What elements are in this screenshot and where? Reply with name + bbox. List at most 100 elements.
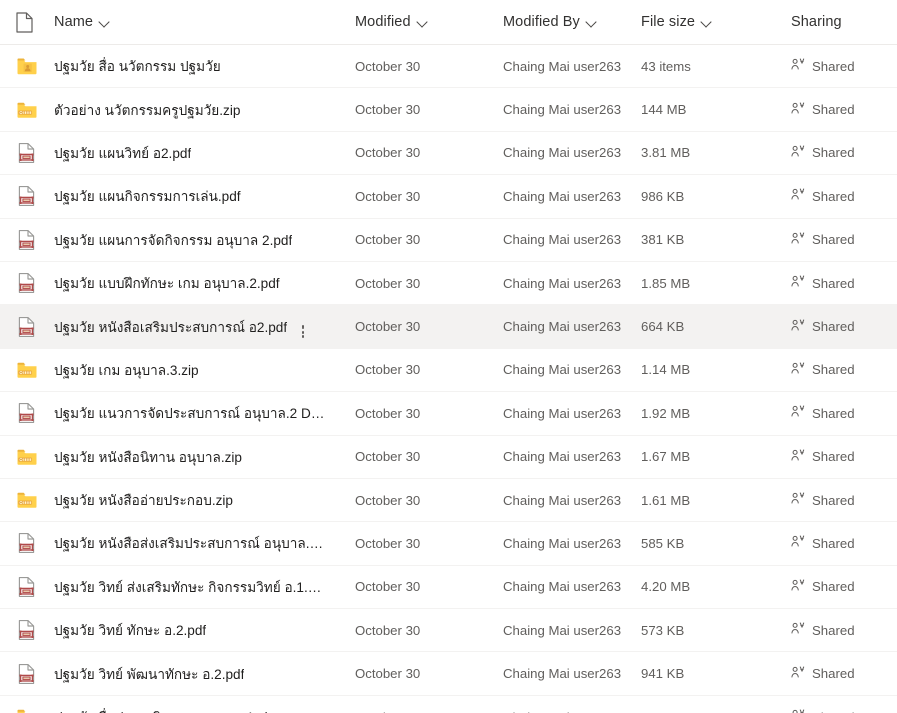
people-share-icon xyxy=(791,188,806,204)
sharing-status-label: Shared xyxy=(812,275,855,291)
sharing-status-label: Shared xyxy=(812,102,855,118)
sharing-cell[interactable]: Shared xyxy=(791,392,897,434)
file-name-cell[interactable]: ปฐมวัย แบบฝึกทักษะ เกม อนุบาล.2.pdf xyxy=(54,262,355,304)
file-name-cell[interactable]: ปฐมวัย หนังสือนิทาน อนุบาล.zip xyxy=(54,436,355,478)
table-row[interactable]: ปฐมวัย เกม อนุบาล.3.zip October 30 Chaing … xyxy=(0,348,897,393)
table-row[interactable]: ปฐมวัย หนังสือส่งเสริมประสบการณ์ อนุบาล.… xyxy=(0,522,897,566)
file-name-cell[interactable]: ปฐมวัย สื่อปร ชุดกิจกรรม อนุบาล1.zip xyxy=(54,696,355,713)
file-name-cell[interactable]: ปฐมวัย แนวการจัดประสบการณ์ อนุบาล.2 DD.p… xyxy=(54,392,355,434)
header-modified[interactable]: Modified xyxy=(355,0,503,45)
file-size-cell: 1.92 MB xyxy=(641,405,691,421)
shared-folder-icon xyxy=(16,55,38,77)
sharing-status-label: Shared xyxy=(812,58,855,74)
sharing-cell[interactable]: Shared xyxy=(791,696,897,713)
people-share-icon xyxy=(791,622,806,638)
file-name-cell[interactable]: ปฐมวัย หนังสือเสริมประสบการณ์ อ2.pdf xyxy=(54,305,355,347)
sharing-cell[interactable]: Shared xyxy=(791,609,897,651)
table-row[interactable]: ปฐมวัย แผนวิทย์ อ2.pdf October 30 Chaing M… xyxy=(0,131,897,176)
header-file-size[interactable]: File size xyxy=(641,0,791,45)
modified-by-cell: Chaing Mai user263 xyxy=(503,405,622,421)
chevron-down-icon[interactable] xyxy=(100,17,111,28)
modified-by-cell: Chaing Mai user263 xyxy=(503,275,622,291)
pdf-icon xyxy=(16,576,38,598)
sharing-status-label: Shared xyxy=(812,666,855,682)
table-row[interactable]: ปฐมวัย วิทย์ ส่งเสริมทักษะ กิจกรรมวิทย์ … xyxy=(0,565,897,610)
table-row[interactable]: ปฐมวัย แผนการจัดกิจกรรม อนุบาล 2.pdf Octo… xyxy=(0,218,897,262)
chevron-down-icon[interactable] xyxy=(587,17,598,28)
sharing-cell[interactable]: Shared xyxy=(791,436,897,478)
pdf-icon xyxy=(16,229,38,251)
modified-cell: October 30 xyxy=(355,102,421,118)
table-row[interactable]: ปฐมวัย หนังสืออ่ายประกอบ.zip October 30 Ch… xyxy=(0,478,897,523)
sharing-cell[interactable]: Shared xyxy=(791,175,897,217)
file-name-cell[interactable]: ตัวอย่าง นวัตกรรมครูปฐมวัย.zip xyxy=(54,88,355,130)
file-name-cell[interactable]: ปฐมวัย วิทย์ ทักษะ อ.2.pdf xyxy=(54,609,355,651)
file-rows-container[interactable]: ปฐมวัย สื่อ นวัตกรรม ปฐมวัย October 30 Cha… xyxy=(0,45,897,713)
zip-folder-icon xyxy=(16,446,38,468)
people-share-icon xyxy=(791,405,806,421)
row-icon-cell xyxy=(0,316,54,338)
people-share-icon xyxy=(791,319,806,335)
sharing-cell[interactable]: Shared xyxy=(791,45,897,87)
table-row[interactable]: ตัวอย่าง นวัตกรรมครูปฐมวัย.zip October 30… xyxy=(0,88,897,132)
header-modified-label: Modified xyxy=(355,14,411,30)
table-row[interactable]: ปฐมวัย วิทย์ พัฒนาทักษะ อ.2.pdf October 3… xyxy=(0,652,897,696)
more-options-icon[interactable] xyxy=(295,324,311,338)
header-sharing[interactable]: Sharing xyxy=(791,0,897,45)
people-share-icon xyxy=(791,709,806,713)
sharing-cell[interactable]: Shared xyxy=(791,349,897,391)
file-name-cell[interactable]: ปฐมวัย หนังสือส่งเสริมประสบการณ์ อนุบาล.… xyxy=(54,522,355,564)
table-row[interactable]: ปฐมวัย สื่อปร ชุดกิจกรรม อนุบาล1.zip Octo… xyxy=(0,695,897,713)
file-name-label: ปฐมวัย หนังสือเสริมประสบการณ์ อ2.pdf xyxy=(54,319,288,335)
sharing-cell[interactable]: Shared xyxy=(791,522,897,564)
sharing-cell[interactable]: Shared xyxy=(791,305,897,347)
file-size-cell: 1.14 MB xyxy=(641,362,691,378)
table-row[interactable]: ปฐมวัย แผนกิจกรรมการเล่น.pdf October 30 Ch… xyxy=(0,175,897,219)
file-name-label: ปฐมวัย วิทย์ ส่งเสริมทักษะ กิจกรรมวิทย์ … xyxy=(54,579,326,595)
sharing-cell[interactable]: Shared xyxy=(791,566,897,608)
sharing-cell[interactable]: Shared xyxy=(791,219,897,261)
file-name-label: ปฐมวัย วิทย์ พัฒนาทักษะ อ.2.pdf xyxy=(54,666,245,682)
sharing-cell[interactable]: Shared xyxy=(791,262,897,304)
header-modified-by[interactable]: Modified By xyxy=(503,0,641,45)
sharing-status-label: Shared xyxy=(812,362,855,378)
pdf-icon xyxy=(16,663,38,685)
file-size-cell: 1.67 MB xyxy=(641,449,691,465)
file-name-cell[interactable]: ปฐมวัย แผนการจัดกิจกรรม อนุบาล 2.pdf xyxy=(54,219,355,261)
row-icon-cell xyxy=(0,619,54,641)
chevron-down-icon[interactable] xyxy=(418,17,429,28)
file-name-label: ปฐมวัย แผนกิจกรรมการเล่น.pdf xyxy=(54,189,241,205)
table-row[interactable]: ปฐมวัย สื่อ นวัตกรรม ปฐมวัย October 30 Cha… xyxy=(0,45,897,89)
modified-cell: October 30 xyxy=(355,535,421,551)
file-name-cell[interactable]: ปฐมวัย เกม อนุบาล.3.zip xyxy=(54,349,355,391)
file-name-cell[interactable]: ปฐมวัย วิทย์ ส่งเสริมทักษะ กิจกรรมวิทย์ … xyxy=(54,566,355,608)
chevron-down-icon[interactable] xyxy=(702,17,713,28)
modified-by-cell: Chaing Mai user263 xyxy=(503,362,622,378)
file-name-label: ปฐมวัย แผนวิทย์ อ2.pdf xyxy=(54,145,192,161)
file-name-cell[interactable]: ปฐมวัย วิทย์ พัฒนาทักษะ อ.2.pdf xyxy=(54,652,355,694)
zip-folder-icon xyxy=(16,489,38,511)
modified-by-cell: Chaing Mai user263 xyxy=(503,145,622,161)
sharing-cell[interactable]: Shared xyxy=(791,652,897,694)
document-outline-icon xyxy=(16,11,33,33)
sharing-status-label: Shared xyxy=(812,188,855,204)
file-name-cell[interactable]: ปฐมวัย แผนกิจกรรมการเล่น.pdf xyxy=(54,175,355,217)
people-share-icon xyxy=(791,275,806,291)
file-name-cell[interactable]: ปฐมวัย สื่อ นวัตกรรม ปฐมวัย xyxy=(54,45,355,87)
sharing-cell[interactable]: Shared xyxy=(791,479,897,521)
file-name-cell[interactable]: ปฐมวัย แผนวิทย์ อ2.pdf xyxy=(54,132,355,174)
people-share-icon xyxy=(791,58,806,74)
table-row[interactable]: ปฐมวัย แบบฝึกทักษะ เกม อนุบาล.2.pdf Octob… xyxy=(0,261,897,306)
sharing-cell[interactable]: Shared xyxy=(791,88,897,130)
file-name-cell[interactable]: ปฐมวัย หนังสืออ่ายประกอบ.zip xyxy=(54,479,355,521)
sharing-cell[interactable]: Shared xyxy=(791,132,897,174)
table-row[interactable]: ปฐมวัย หนังสือนิทาน อนุบาล.zip October 30… xyxy=(0,435,897,479)
modified-by-cell: Chaing Mai user263 xyxy=(503,696,641,713)
table-row[interactable]: ปฐมวัย หนังสือเสริมประสบการณ์ อ2.pdf Octo… xyxy=(0,305,897,349)
table-row[interactable]: ปฐมวัย วิทย์ ทักษะ อ.2.pdf October 30 Chai… xyxy=(0,609,897,653)
table-row[interactable]: ปฐมวัย แนวการจัดประสบการณ์ อนุบาล.2 DD.p… xyxy=(0,392,897,436)
sharing-status-label: Shared xyxy=(812,492,855,508)
people-share-icon xyxy=(791,362,806,378)
header-name[interactable]: Name xyxy=(54,0,355,45)
pdf-icon xyxy=(16,185,38,207)
